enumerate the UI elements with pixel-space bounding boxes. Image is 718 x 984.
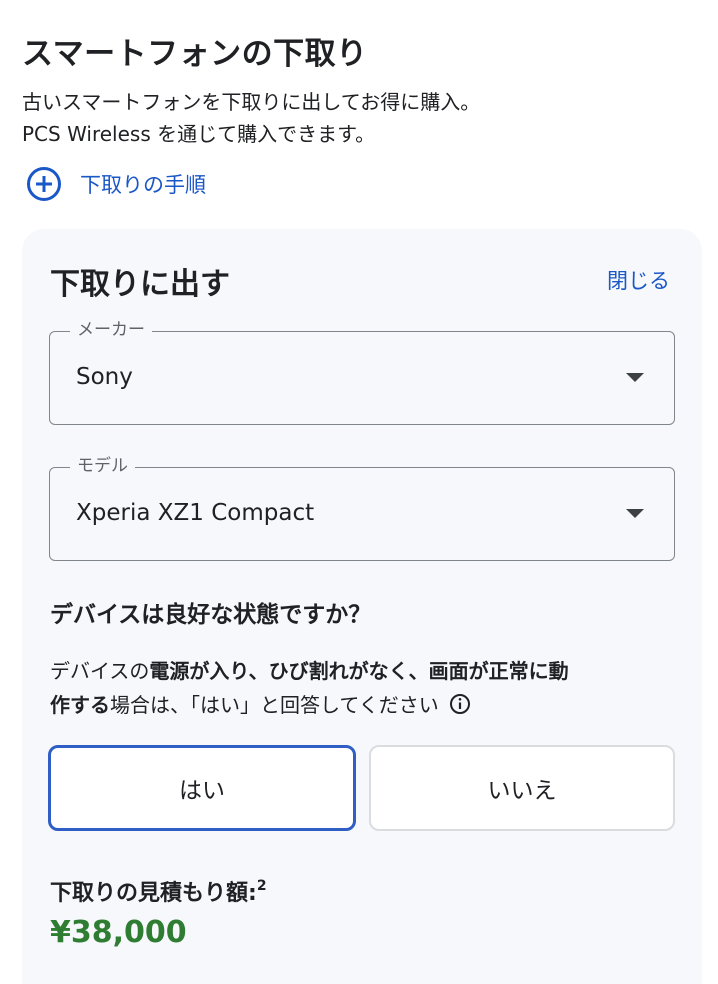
description-line-2: PCS Wireless を通じて購入できます。 [22,122,376,146]
description-line-1: 古いスマートフォンを下取りに出してお得に購入。 [22,90,481,114]
instruction-line-2: 作する 場合は、「はい」と回答してください [50,689,690,718]
footnote-marker[interactable]: 2 [257,878,267,894]
dropdown-arrow-icon [626,509,644,518]
estimate-label: 下取りの見積もり額:2 [50,875,267,907]
info-icon[interactable] [449,693,471,715]
instruction-line-1: デバイスの電源が入り、ひび割れがなく、画面が正常に動 [50,655,690,684]
model-select[interactable]: モデル Xperia XZ1 Compact [49,454,675,561]
no-button[interactable]: いいえ [369,745,675,831]
instruction-bold-text: 電源が入り、ひび割れがなく、画面が正常に動 [149,659,569,683]
dropdown-arrow-icon [626,373,644,382]
model-value: Xperia XZ1 Compact [76,500,315,526]
close-link[interactable]: 閉じる [607,265,670,295]
trade-in-card: 下取りに出す 閉じる メーカー Sony モデル Xperia XZ1 Comp… [22,229,702,984]
maker-value: Sony [76,364,133,390]
trade-in-page: スマートフォンの下取り 古いスマートフォンを下取りに出してお得に購入。 PCS … [0,0,718,984]
estimate-value: ¥38,000 [50,915,187,950]
instruction-bold-text: 作する [50,693,110,717]
yes-button[interactable]: はい [48,745,356,831]
howto-label: 下取りの手順 [80,173,206,197]
instruction-text: 場合は、「はい」と回答してください [110,693,439,717]
instruction-text: デバイスの [50,659,150,683]
plus-circle-icon [27,167,61,201]
condition-question: デバイスは良好な状態ですか？ [50,602,372,628]
maker-label: メーカー [70,318,152,342]
howto-expander[interactable]: 下取りの手順 [26,166,206,202]
card-title: 下取りに出す [50,267,230,302]
page-title: スマートフォンの下取り [22,36,368,72]
maker-select[interactable]: メーカー Sony [49,318,675,425]
model-label: モデル [70,454,135,478]
estimate-label-text: 下取りの見積もり額: [50,881,257,906]
